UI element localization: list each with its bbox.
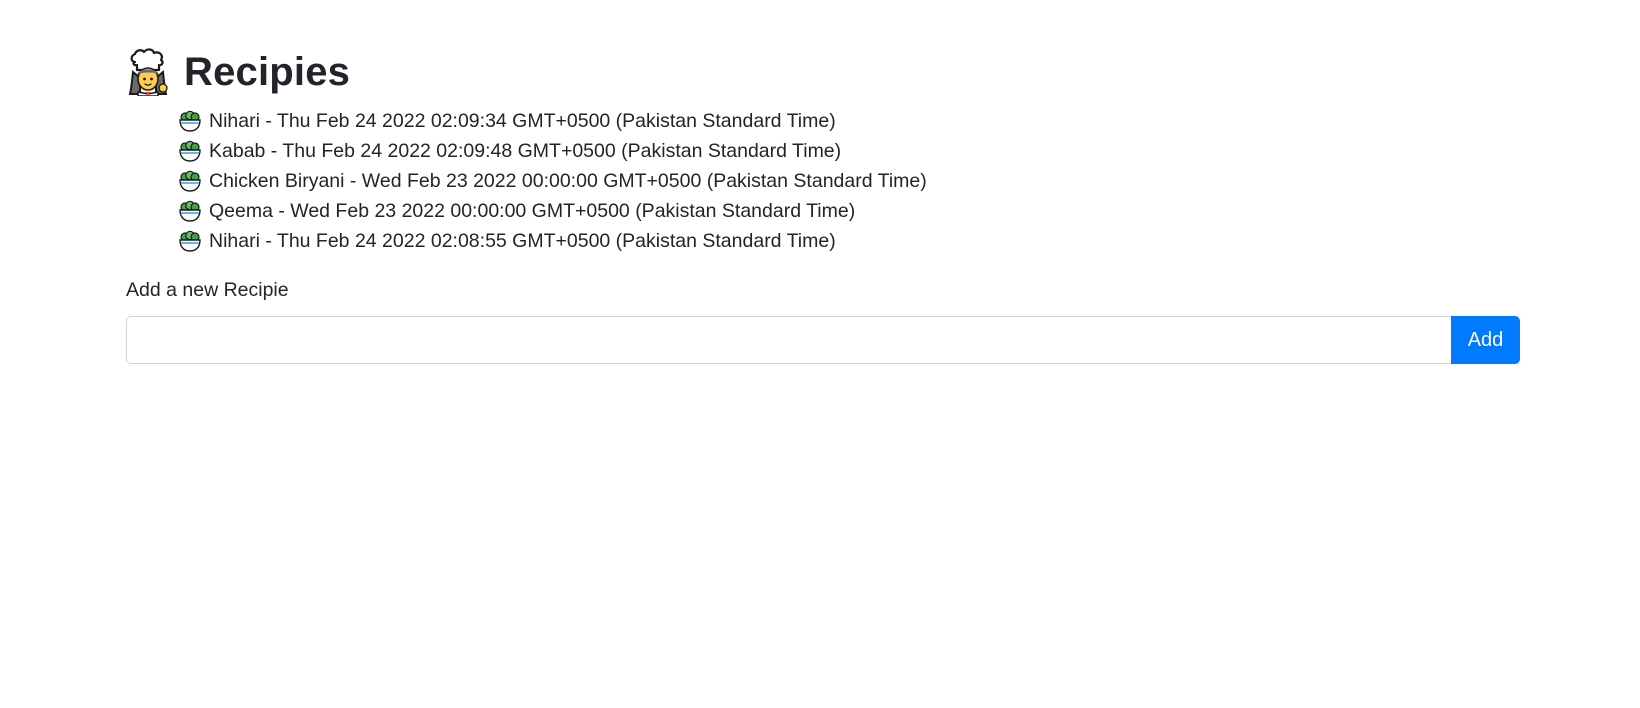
recipe-list-item: Nihari - Thu Feb 24 2022 02:08:55 GMT+05…: [178, 226, 1520, 256]
woman-cook-icon: [128, 48, 168, 96]
green-salad-icon: [179, 230, 201, 252]
green-salad-icon: [179, 170, 201, 192]
recipe-list-item: Qeema - Wed Feb 23 2022 00:00:00 GMT+050…: [178, 196, 1520, 226]
green-salad-icon: [179, 110, 201, 132]
add-recipe-label: Add a new Recipie: [126, 279, 289, 301]
recipe-text: Nihari - Thu Feb 24 2022 02:08:55 GMT+05…: [209, 230, 836, 252]
recipes-app: Recipies Nihari - Thu Feb 24 2022 02:09:…: [126, 44, 1520, 364]
recipe-text: Kabab - Thu Feb 24 2022 02:09:48 GMT+050…: [209, 140, 842, 162]
recipe-list-item: Chicken Biryani - Wed Feb 23 2022 00:00:…: [178, 166, 1520, 196]
recipe-text: Qeema - Wed Feb 23 2022 00:00:00 GMT+050…: [209, 200, 856, 222]
green-salad-icon: [179, 140, 201, 162]
add-recipe-form: Add: [126, 316, 1520, 364]
green-salad-icon: [179, 200, 201, 222]
recipe-list: Nihari - Thu Feb 24 2022 02:09:34 GMT+05…: [126, 106, 1520, 256]
recipe-text: Chicken Biryani - Wed Feb 23 2022 00:00:…: [209, 170, 927, 192]
page-title: Recipies: [184, 50, 351, 94]
recipe-list-item: Nihari - Thu Feb 24 2022 02:09:34 GMT+05…: [178, 106, 1520, 136]
add-button[interactable]: Add: [1451, 316, 1520, 364]
recipe-input[interactable]: [126, 316, 1451, 364]
recipe-list-item: Kabab - Thu Feb 24 2022 02:09:48 GMT+050…: [178, 136, 1520, 166]
recipe-text: Nihari - Thu Feb 24 2022 02:09:34 GMT+05…: [209, 110, 836, 132]
page-header: Recipies: [126, 44, 1520, 100]
